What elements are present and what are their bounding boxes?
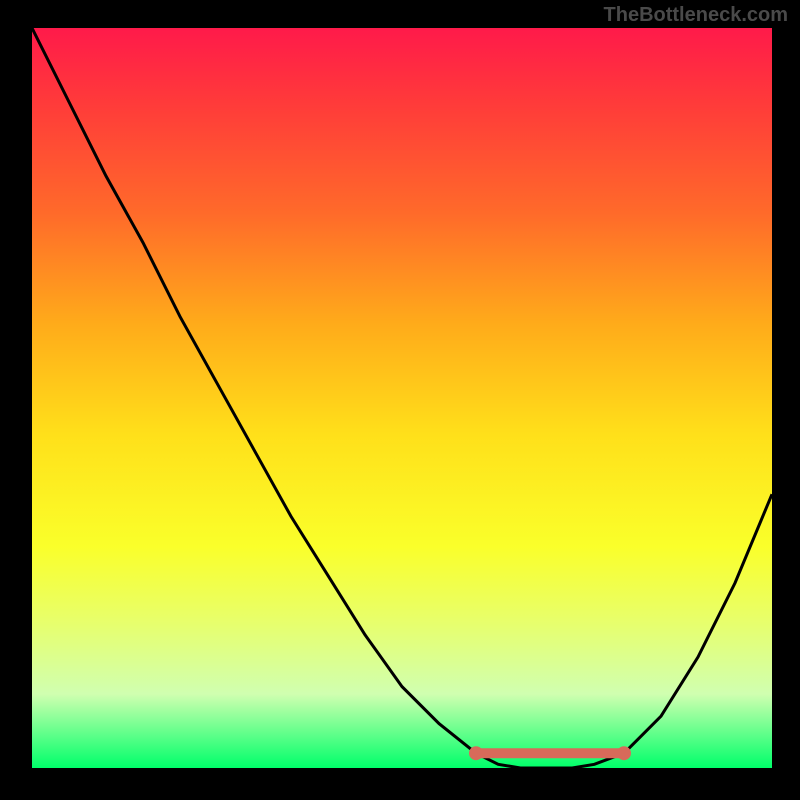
watermark-text: TheBottleneck.com xyxy=(604,4,788,27)
bottleneck-curve xyxy=(32,28,772,768)
highlight-minimum xyxy=(469,746,631,760)
chart-plot-area xyxy=(32,28,772,768)
chart-svg xyxy=(32,28,772,768)
